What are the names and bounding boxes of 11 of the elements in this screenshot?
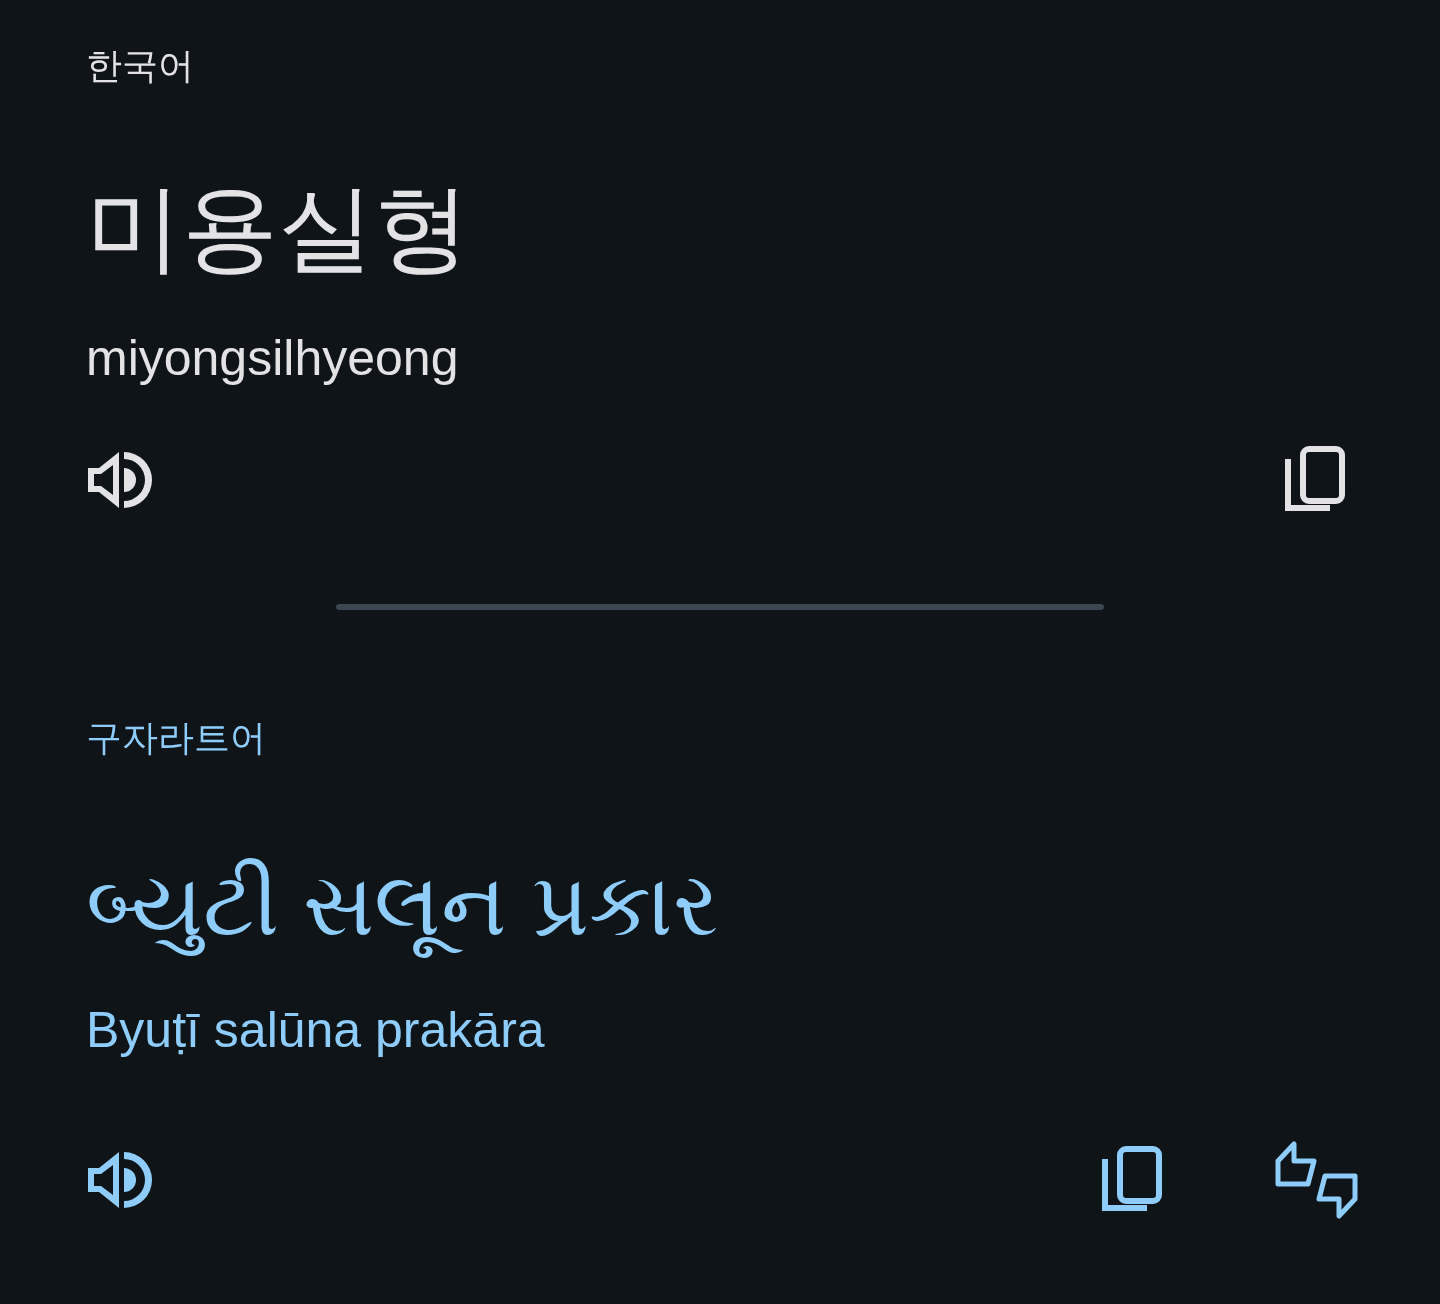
speaker-icon[interactable]: [86, 1149, 152, 1211]
copy-icon[interactable]: [1102, 1146, 1162, 1214]
target-romanization: Byuṭī salūna prakāra: [86, 1001, 546, 1060]
source-text: 미용실형: [86, 173, 471, 283]
thumbs-up-down-icon[interactable]: [1274, 1139, 1360, 1221]
source-romanization: miyongsilhyeong: [86, 329, 460, 388]
source-language-label: 한국어: [86, 44, 195, 88]
copy-icon[interactable]: [1285, 446, 1345, 514]
target-text: બ્યુટી સલૂન પ્રકાર: [86, 845, 1440, 965]
speaker-icon[interactable]: [86, 449, 152, 511]
target-language-label: 구자라트어: [86, 716, 267, 760]
